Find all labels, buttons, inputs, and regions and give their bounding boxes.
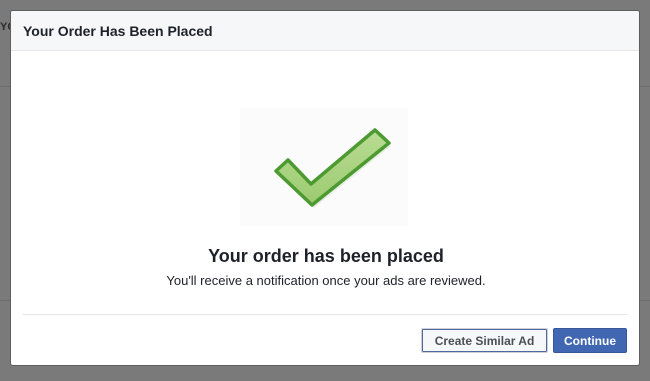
order-placed-dialog: Your Order Has Been Placed Your order ha… bbox=[10, 10, 640, 366]
checkmark-icon bbox=[240, 108, 408, 226]
confirmation-message: You'll receive a notification once your … bbox=[166, 273, 486, 288]
create-similar-ad-button[interactable]: Create Similar Ad bbox=[421, 328, 548, 353]
continue-button[interactable]: Continue bbox=[553, 328, 627, 353]
footer-divider bbox=[23, 314, 627, 315]
dialog-body: Your order has been placed You'll receiv… bbox=[11, 51, 639, 313]
dialog-header: Your Order Has Been Placed bbox=[11, 11, 639, 51]
dialog-footer: Create Similar Ad Continue bbox=[421, 328, 627, 353]
confirmation-headline: Your order has been placed bbox=[208, 246, 444, 266]
dialog-title: Your Order Has Been Placed bbox=[23, 22, 213, 39]
